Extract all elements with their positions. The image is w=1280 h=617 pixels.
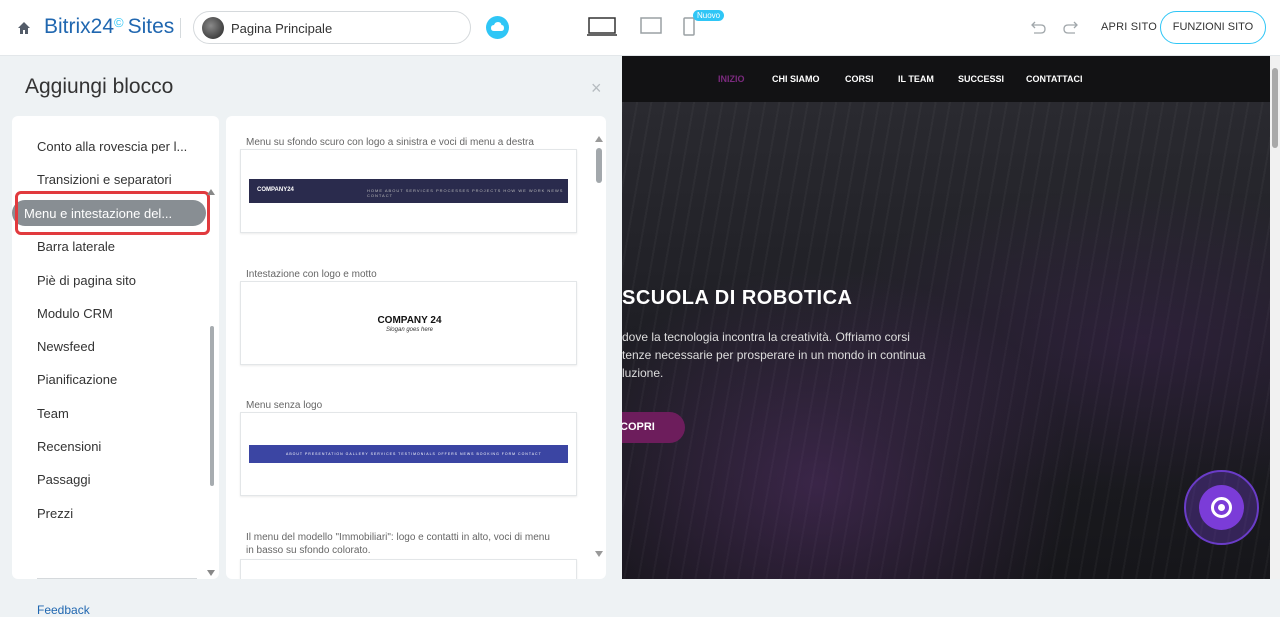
brand-sub: Sites <box>127 15 175 38</box>
preview-slogan: Slogan goes here <box>385 327 434 333</box>
redo-icon[interactable] <box>1062 20 1080 36</box>
brand-main: Bitrix24 <box>44 15 115 38</box>
nav-team[interactable]: IL TEAM <box>898 74 934 84</box>
category-item[interactable]: Recensioni <box>37 439 101 454</box>
tablet-view-icon[interactable] <box>640 17 662 35</box>
feedback-link[interactable]: Feedback <box>37 603 90 617</box>
panel-title: Aggiungi blocco <box>25 75 174 98</box>
nav-home[interactable]: INIZIO <box>718 74 745 84</box>
nav-contact[interactable]: CONTATTACI <box>1026 74 1083 84</box>
nav-about[interactable]: CHI SIAMO <box>772 74 820 84</box>
category-item[interactable]: Pianificazione <box>37 372 117 387</box>
home-icon[interactable] <box>17 21 31 35</box>
block-card-logo-motto[interactable]: COMPANY 24 Slogan goes here <box>240 281 577 365</box>
block-scrollbar[interactable] <box>596 148 602 183</box>
desktop-view-icon[interactable] <box>587 17 617 37</box>
page-selector[interactable]: Pagina Principale <box>193 11 471 44</box>
chat-icon <box>1199 485 1244 530</box>
mobile-view-icon[interactable] <box>683 17 695 37</box>
block-card-real-estate[interactable] <box>240 559 577 579</box>
brand-logo[interactable]: Bitrix24© Sites <box>44 15 174 39</box>
top-bar: Bitrix24© Sites Pagina Principale Nuovo A… <box>0 0 1280 56</box>
site-preview: INIZIO CHI SIAMO CORSI IL TEAM SUCCESSI … <box>622 56 1270 579</box>
block-title: Intestazione con logo e motto <box>246 269 377 280</box>
chat-widget-button[interactable] <box>1184 470 1259 545</box>
preview-nav: INIZIO CHI SIAMO CORSI IL TEAM SUCCESSI … <box>622 56 1270 102</box>
category-item[interactable]: Newsfeed <box>37 339 95 354</box>
add-block-panel: Aggiungi blocco × Conto alla rovescia pe… <box>0 56 622 617</box>
preview-logo: COMPANY24 <box>257 187 294 193</box>
block-title: Il menu del modello "Immobiliari": logo … <box>246 532 550 556</box>
category-list: Conto alla rovescia per l... Transizioni… <box>12 116 219 579</box>
hero-button[interactable]: COPRI <box>622 412 685 443</box>
category-item[interactable]: Prezzi <box>37 506 73 521</box>
nav-success[interactable]: SUCCESSI <box>958 74 1004 84</box>
preview-scrollbar[interactable] <box>1270 56 1280 579</box>
block-preview: COMPANY24 HOME ABOUT SERVICES PROCESSES … <box>249 179 568 203</box>
category-item[interactable]: Conto alla rovescia per l... <box>37 139 187 154</box>
preview-company: COMPANY 24 <box>377 315 442 326</box>
cloud-icon[interactable] <box>486 16 509 39</box>
hero-button-label: COPRI <box>622 421 655 433</box>
close-icon[interactable]: × <box>591 78 602 99</box>
nav-courses[interactable]: CORSI <box>845 74 874 84</box>
scroll-down-icon[interactable] <box>207 570 215 576</box>
category-item[interactable]: Team <box>37 406 69 421</box>
block-card-no-logo[interactable]: ABOUT PRESENTATION GALLERY SERVICES TEST… <box>240 412 577 496</box>
page-selector-label: Pagina Principale <box>231 21 333 36</box>
undo-icon[interactable] <box>1029 20 1047 36</box>
preview-menu-items: HOME ABOUT SERVICES PROCESSES PROJECTS H… <box>367 188 564 198</box>
open-site-link[interactable]: APRI SITO <box>1101 21 1157 33</box>
scroll-up-icon[interactable] <box>595 136 603 142</box>
site-functions-button[interactable]: FUNZIONI SITO <box>1160 11 1266 44</box>
highlight-frame <box>15 191 210 235</box>
scroll-down-icon[interactable] <box>595 551 603 557</box>
category-item[interactable]: Piè di pagina sito <box>37 273 136 288</box>
category-item[interactable]: Transizioni e separatori <box>37 172 172 187</box>
category-scrollbar[interactable] <box>210 326 214 486</box>
divider <box>180 18 181 38</box>
block-title: Menu senza logo <box>246 400 323 411</box>
scrollbar-thumb[interactable] <box>1272 68 1278 148</box>
block-preview: ABOUT PRESENTATION GALLERY SERVICES TEST… <box>249 445 568 463</box>
category-item[interactable]: Modulo CRM <box>37 306 113 321</box>
page-thumbnail <box>202 17 224 39</box>
block-list: Menu su sfondo scuro con logo a sinistra… <box>226 116 606 579</box>
hero-text: dove la tecnologia incontra la creativit… <box>622 330 926 380</box>
hero-title: SCUOLA DI ROBOTICA <box>622 287 853 309</box>
category-item[interactable]: Passaggi <box>37 472 90 487</box>
preview-menu-items: ABOUT PRESENTATION GALLERY SERVICES TEST… <box>286 452 542 456</box>
scroll-up-icon[interactable] <box>207 189 215 195</box>
block-title: Menu su sfondo scuro con logo a sinistra… <box>246 137 534 148</box>
block-card-dark-menu[interactable]: COMPANY24 HOME ABOUT SERVICES PROCESSES … <box>240 149 577 233</box>
clock-icon: © <box>114 15 124 30</box>
category-item[interactable]: Barra laterale <box>37 239 115 254</box>
new-badge: Nuovo <box>693 10 725 21</box>
